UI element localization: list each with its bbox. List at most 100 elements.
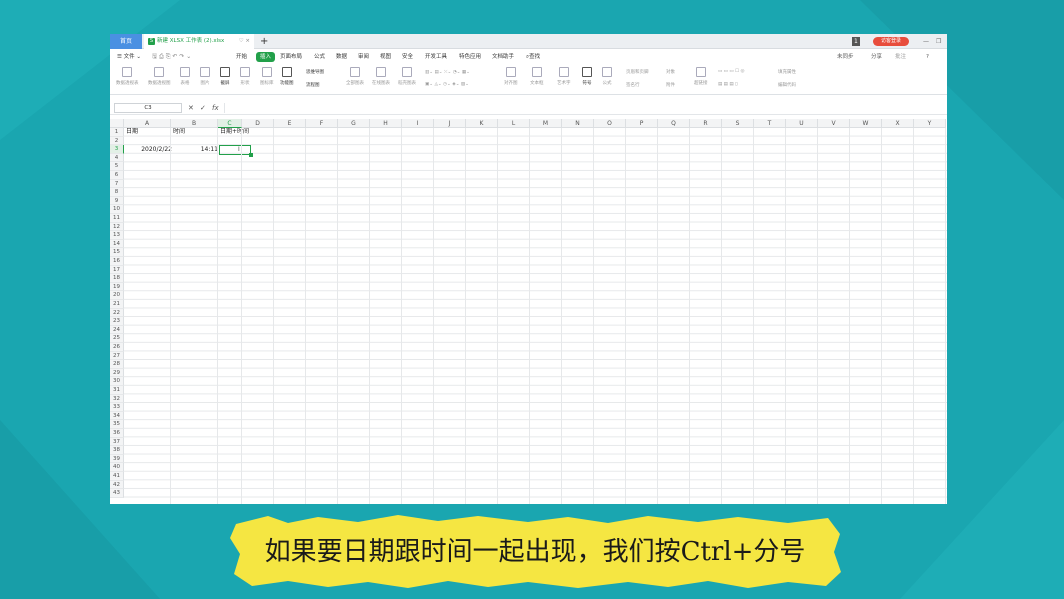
- column-header-P[interactable]: P: [626, 119, 658, 128]
- ribbon-art-text[interactable]: 艺术字: [557, 67, 571, 86]
- file-menu[interactable]: ☰ 文件 ⌄: [117, 52, 141, 62]
- row-header-8[interactable]: 8: [110, 188, 124, 197]
- column-header-O[interactable]: O: [594, 119, 626, 128]
- ribbon-symbol[interactable]: 符号: [582, 67, 592, 86]
- search-menu[interactable]: ⌕查找: [526, 52, 540, 62]
- row-header-32[interactable]: 32: [110, 394, 124, 404]
- row-header-28[interactable]: 28: [110, 360, 124, 369]
- row-header-9[interactable]: 9: [110, 196, 124, 206]
- column-header-G[interactable]: G: [338, 119, 370, 128]
- row-header-22[interactable]: 22: [110, 308, 124, 318]
- row-header-39[interactable]: 39: [110, 454, 124, 464]
- column-header-V[interactable]: V: [818, 119, 850, 128]
- column-header-W[interactable]: W: [850, 119, 882, 128]
- ribbon-pivot-table[interactable]: 数据透视表: [116, 67, 139, 86]
- row-header-37[interactable]: 37: [110, 437, 124, 447]
- row-header-17[interactable]: 17: [110, 265, 124, 275]
- row-header-21[interactable]: 21: [110, 300, 124, 309]
- row-header-18[interactable]: 18: [110, 274, 124, 283]
- doc-tab-controls[interactable]: ♡ ×: [239, 34, 250, 49]
- column-header-M[interactable]: M: [530, 119, 562, 128]
- minimize-button[interactable]: —: [923, 37, 929, 46]
- column-header-B[interactable]: B: [171, 119, 218, 128]
- menu-review[interactable]: 审阅: [358, 52, 369, 62]
- row-header-5[interactable]: 5: [110, 162, 124, 171]
- row-header-19[interactable]: 19: [110, 282, 124, 292]
- row-header-13[interactable]: 13: [110, 231, 124, 240]
- ribbon-header-footer[interactable]: 页眉和页脚: [626, 69, 649, 75]
- cancel-icon[interactable]: ✕: [188, 103, 194, 113]
- ribbon-screenshot[interactable]: 截屏: [220, 67, 230, 86]
- cell-B1[interactable]: 时间: [173, 128, 185, 136]
- row-header-12[interactable]: 12: [110, 222, 124, 232]
- row-header-16[interactable]: 16: [110, 257, 124, 266]
- row-header-3[interactable]: 3: [110, 145, 124, 154]
- restore-button[interactable]: ❐: [936, 37, 941, 46]
- menu-dev-tools[interactable]: 开发工具: [425, 52, 447, 62]
- column-header-X[interactable]: X: [882, 119, 914, 128]
- row-header-7[interactable]: 7: [110, 179, 124, 189]
- column-header-Y[interactable]: Y: [914, 119, 946, 128]
- column-header-F[interactable]: F: [306, 119, 338, 128]
- row-header-1[interactable]: 1: [110, 128, 124, 137]
- column-header-D[interactable]: D: [242, 119, 274, 128]
- menu-special[interactable]: 特色应用: [459, 52, 481, 62]
- help-button[interactable]: ?: [926, 52, 929, 62]
- menu-data[interactable]: 数据: [336, 52, 347, 62]
- row-header-41[interactable]: 41: [110, 472, 124, 481]
- row-header-20[interactable]: 20: [110, 291, 124, 300]
- tab-home[interactable]: 首页: [110, 34, 142, 49]
- ribbon-mind-map[interactable]: 思维导图: [306, 69, 324, 75]
- column-header-R[interactable]: R: [690, 119, 722, 128]
- ribbon-pivot-chart[interactable]: 数据透视图: [148, 67, 171, 86]
- ribbon-attach[interactable]: 附件: [666, 82, 675, 88]
- sync-status[interactable]: 未同步: [837, 52, 854, 62]
- column-header-C[interactable]: C: [218, 119, 242, 128]
- fill-handle[interactable]: [249, 153, 253, 157]
- ribbon-icon-lib[interactable]: 图标库: [260, 67, 274, 86]
- notification-badge[interactable]: 1: [852, 37, 860, 46]
- ribbon-online-charts[interactable]: 在线图表: [372, 67, 390, 86]
- ribbon-table[interactable]: 表格: [180, 67, 190, 86]
- column-header-Q[interactable]: Q: [658, 119, 690, 128]
- selected-cell-C3[interactable]: [219, 145, 253, 157]
- comment-button[interactable]: 批注: [895, 52, 906, 62]
- share-button[interactable]: 分享: [871, 52, 882, 62]
- menu-formula[interactable]: 公式: [314, 52, 325, 62]
- ribbon-chart-icons-row1[interactable]: ▥⌄ ▤⌄ ⤫⌄ ◔⌄ ▦⌄: [425, 69, 470, 75]
- ribbon-signature[interactable]: 签名行: [626, 82, 640, 88]
- row-header-40[interactable]: 40: [110, 463, 124, 472]
- row-header-24[interactable]: 24: [110, 325, 124, 335]
- ribbon-textbox[interactable]: 文本框: [530, 67, 544, 86]
- ribbon-picture[interactable]: 图片: [200, 67, 210, 86]
- row-header-10[interactable]: 10: [110, 205, 124, 214]
- column-header-I[interactable]: I: [402, 119, 434, 128]
- column-header-K[interactable]: K: [466, 119, 498, 128]
- ribbon-flow-chart[interactable]: 流程图: [306, 82, 320, 88]
- ribbon-function-chart[interactable]: 功能图: [280, 67, 294, 86]
- menu-doc-assistant[interactable]: 文档助手: [492, 52, 514, 62]
- menu-security[interactable]: 安全: [402, 52, 413, 62]
- ribbon-form-icons-row2[interactable]: ▤ ▤ ▤ ▯: [718, 82, 738, 87]
- row-header-42[interactable]: 42: [110, 480, 124, 490]
- tab-document[interactable]: S 新建 XLSX 工作表 (2).xlsx ♡ ×: [144, 34, 254, 49]
- menu-start[interactable]: 开始: [236, 52, 247, 62]
- row-header-2[interactable]: 2: [110, 136, 124, 146]
- column-header-H[interactable]: H: [370, 119, 402, 128]
- select-all-corner[interactable]: [110, 119, 124, 128]
- fx-icon[interactable]: fx: [212, 103, 219, 113]
- ribbon-align-chart[interactable]: 对齐图: [504, 67, 518, 86]
- confirm-icon[interactable]: ✓: [200, 103, 206, 113]
- row-header-34[interactable]: 34: [110, 411, 124, 421]
- cell-C1[interactable]: 日期+时间: [220, 128, 249, 136]
- row-header-35[interactable]: 35: [110, 420, 124, 429]
- cell-A1[interactable]: 日期: [126, 128, 138, 136]
- row-header-36[interactable]: 36: [110, 429, 124, 438]
- menu-page-layout[interactable]: 页面布局: [280, 52, 302, 62]
- new-tab-button[interactable]: +: [260, 34, 268, 49]
- row-header-43[interactable]: 43: [110, 489, 124, 498]
- row-header-38[interactable]: 38: [110, 446, 124, 455]
- row-header-15[interactable]: 15: [110, 248, 124, 257]
- ribbon-docer-charts[interactable]: 稻壳图表: [398, 67, 416, 86]
- row-header-30[interactable]: 30: [110, 377, 124, 386]
